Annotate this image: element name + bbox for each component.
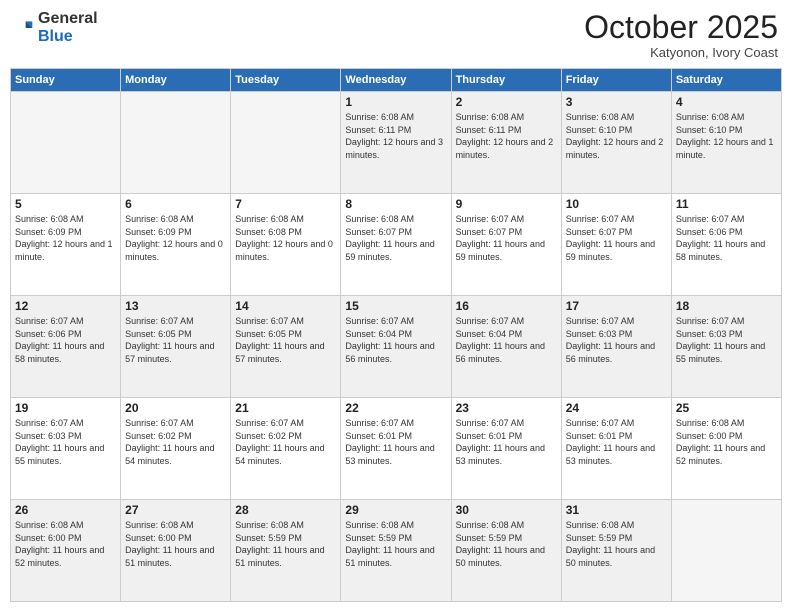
logo-icon [14,18,34,38]
month-year: October 2025 [584,10,778,45]
header-thursday: Thursday [451,69,561,92]
table-row: 18Sunrise: 6:07 AMSunset: 6:03 PMDayligh… [671,296,781,398]
table-row: 29Sunrise: 6:08 AMSunset: 5:59 PMDayligh… [341,500,451,602]
table-row [11,92,121,194]
table-row: 26Sunrise: 6:08 AMSunset: 6:00 PMDayligh… [11,500,121,602]
table-row: 27Sunrise: 6:08 AMSunset: 6:00 PMDayligh… [121,500,231,602]
table-row [121,92,231,194]
table-row: 11Sunrise: 6:07 AMSunset: 6:06 PMDayligh… [671,194,781,296]
location: Katyonon, Ivory Coast [584,45,778,60]
table-row: 14Sunrise: 6:07 AMSunset: 6:05 PMDayligh… [231,296,341,398]
table-row: 13Sunrise: 6:07 AMSunset: 6:05 PMDayligh… [121,296,231,398]
table-row: 5Sunrise: 6:08 AMSunset: 6:09 PMDaylight… [11,194,121,296]
table-row [671,500,781,602]
page: General Blue October 2025 Katyonon, Ivor… [0,0,792,612]
table-row: 30Sunrise: 6:08 AMSunset: 5:59 PMDayligh… [451,500,561,602]
table-row: 19Sunrise: 6:07 AMSunset: 6:03 PMDayligh… [11,398,121,500]
calendar-table: Sunday Monday Tuesday Wednesday Thursday… [10,68,782,602]
table-row: 20Sunrise: 6:07 AMSunset: 6:02 PMDayligh… [121,398,231,500]
table-row: 8Sunrise: 6:08 AMSunset: 6:07 PMDaylight… [341,194,451,296]
table-row: 12Sunrise: 6:07 AMSunset: 6:06 PMDayligh… [11,296,121,398]
header: General Blue October 2025 Katyonon, Ivor… [10,10,782,60]
table-row: 16Sunrise: 6:07 AMSunset: 6:04 PMDayligh… [451,296,561,398]
header-sunday: Sunday [11,69,121,92]
table-row: 1Sunrise: 6:08 AMSunset: 6:11 PMDaylight… [341,92,451,194]
table-row: 21Sunrise: 6:07 AMSunset: 6:02 PMDayligh… [231,398,341,500]
table-row: 4Sunrise: 6:08 AMSunset: 6:10 PMDaylight… [671,92,781,194]
table-row: 22Sunrise: 6:07 AMSunset: 6:01 PMDayligh… [341,398,451,500]
header-wednesday: Wednesday [341,69,451,92]
header-friday: Friday [561,69,671,92]
table-row: 28Sunrise: 6:08 AMSunset: 5:59 PMDayligh… [231,500,341,602]
table-row: 17Sunrise: 6:07 AMSunset: 6:03 PMDayligh… [561,296,671,398]
weekday-header-row: Sunday Monday Tuesday Wednesday Thursday… [11,69,782,92]
table-row [231,92,341,194]
table-row: 10Sunrise: 6:07 AMSunset: 6:07 PMDayligh… [561,194,671,296]
header-saturday: Saturday [671,69,781,92]
header-monday: Monday [121,69,231,92]
table-row: 6Sunrise: 6:08 AMSunset: 6:09 PMDaylight… [121,194,231,296]
title-block: October 2025 Katyonon, Ivory Coast [584,10,778,60]
logo-general-text: General [38,10,98,27]
table-row: 31Sunrise: 6:08 AMSunset: 5:59 PMDayligh… [561,500,671,602]
table-row: 23Sunrise: 6:07 AMSunset: 6:01 PMDayligh… [451,398,561,500]
table-row: 24Sunrise: 6:07 AMSunset: 6:01 PMDayligh… [561,398,671,500]
logo-blue-text: Blue [38,28,73,45]
header-tuesday: Tuesday [231,69,341,92]
table-row: 15Sunrise: 6:07 AMSunset: 6:04 PMDayligh… [341,296,451,398]
table-row: 3Sunrise: 6:08 AMSunset: 6:10 PMDaylight… [561,92,671,194]
table-row: 25Sunrise: 6:08 AMSunset: 6:00 PMDayligh… [671,398,781,500]
table-row: 7Sunrise: 6:08 AMSunset: 6:08 PMDaylight… [231,194,341,296]
logo: General Blue [14,10,98,45]
table-row: 9Sunrise: 6:07 AMSunset: 6:07 PMDaylight… [451,194,561,296]
table-row: 2Sunrise: 6:08 AMSunset: 6:11 PMDaylight… [451,92,561,194]
